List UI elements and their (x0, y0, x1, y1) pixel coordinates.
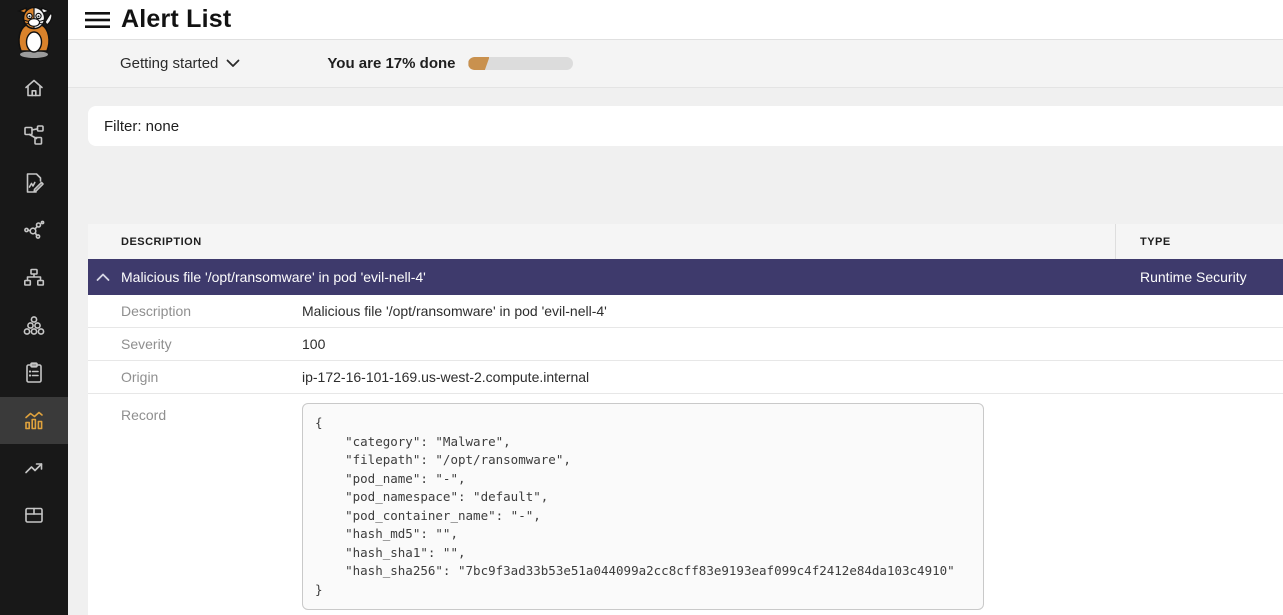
detail-row-description: Description Malicious file '/opt/ransomw… (88, 295, 1283, 328)
alert-type: Runtime Security (1140, 269, 1247, 285)
getting-started-label: Getting started (120, 55, 218, 72)
sidebar-item-service-map[interactable] (0, 112, 68, 160)
detail-value: 100 (302, 336, 325, 352)
sidebar-nav (0, 64, 68, 539)
detail-label: Description (121, 303, 191, 319)
column-header-description[interactable]: DESCRIPTION (121, 236, 202, 248)
workload-cluster-icon (22, 313, 46, 337)
detail-row-severity: Severity 100 (88, 328, 1283, 361)
sidebar-item-connections[interactable] (0, 207, 68, 255)
sidebar-item-archive[interactable] (0, 492, 68, 540)
detail-label: Record (121, 407, 166, 423)
sidebar-item-workloads[interactable] (0, 302, 68, 350)
table-header: DESCRIPTION TYPE (88, 224, 1283, 259)
alerts-chart-icon (22, 408, 46, 432)
chevron-up-icon (96, 273, 110, 282)
content-area: Filter: none DESCRIPTION TYPE Malicious … (68, 88, 1283, 615)
service-map-icon (22, 123, 46, 147)
cat-mascot-icon (11, 5, 57, 59)
sidebar-item-alerts[interactable] (0, 397, 68, 445)
getting-started-dropdown[interactable]: Getting started (120, 55, 240, 72)
alert-row-expanded[interactable]: Malicious file '/opt/ransomware' in pod … (88, 259, 1283, 295)
sidebar-item-trends[interactable] (0, 444, 68, 492)
archive-box-icon (22, 503, 46, 527)
progress-bar (468, 57, 573, 70)
detail-value: ip-172-16-101-169.us-west-2.compute.inte… (302, 369, 589, 385)
network-hierarchy-icon (22, 266, 46, 290)
detail-row-record: Record { "category": "Malware", "filepat… (88, 394, 1283, 615)
progress-text: You are 17% done (327, 55, 455, 72)
progress-fill (468, 57, 489, 70)
filter-label: Filter: none (104, 118, 179, 135)
policy-editor-icon (22, 171, 46, 195)
detail-row-origin: Origin ip-172-16-101-169.us-west-2.compu… (88, 361, 1283, 394)
detail-label: Severity (121, 336, 172, 352)
hamburger-menu-button[interactable] (85, 9, 110, 31)
record-json: { "category": "Malware", "filepath": "/o… (315, 414, 971, 599)
filter-bar[interactable]: Filter: none (88, 106, 1283, 146)
detail-value: Malicious file '/opt/ransomware' in pod … (302, 303, 607, 319)
connections-graph-icon (22, 218, 46, 242)
main-area: Alert List Getting started You are 17% d… (68, 0, 1283, 615)
chevron-down-icon (226, 59, 240, 68)
hamburger-icon (85, 9, 110, 31)
cat-logo[interactable] (0, 0, 68, 64)
sidebar-item-network[interactable] (0, 254, 68, 302)
alert-table: DESCRIPTION TYPE Malicious file '/opt/ra… (88, 224, 1283, 615)
alert-description: Malicious file '/opt/ransomware' in pod … (121, 269, 426, 285)
page-title: Alert List (121, 5, 231, 34)
compliance-clipboard-icon (22, 361, 46, 385)
sidebar-item-policy-editor[interactable] (0, 159, 68, 207)
home-icon (22, 76, 46, 100)
trends-icon (22, 456, 46, 480)
sidebar-item-home[interactable] (0, 64, 68, 112)
top-header: Alert List (68, 0, 1283, 40)
column-header-type[interactable]: TYPE (1140, 236, 1171, 248)
detail-label: Origin (121, 369, 158, 385)
record-json-card: { "category": "Malware", "filepath": "/o… (302, 403, 984, 610)
getting-started-bar: Getting started You are 17% done (68, 40, 1283, 88)
column-divider (1115, 224, 1116, 259)
sidebar-item-compliance[interactable] (0, 349, 68, 397)
alert-details: Description Malicious file '/opt/ransomw… (88, 295, 1283, 615)
sidebar (0, 0, 68, 615)
app-root: Alert List Getting started You are 17% d… (0, 0, 1283, 615)
